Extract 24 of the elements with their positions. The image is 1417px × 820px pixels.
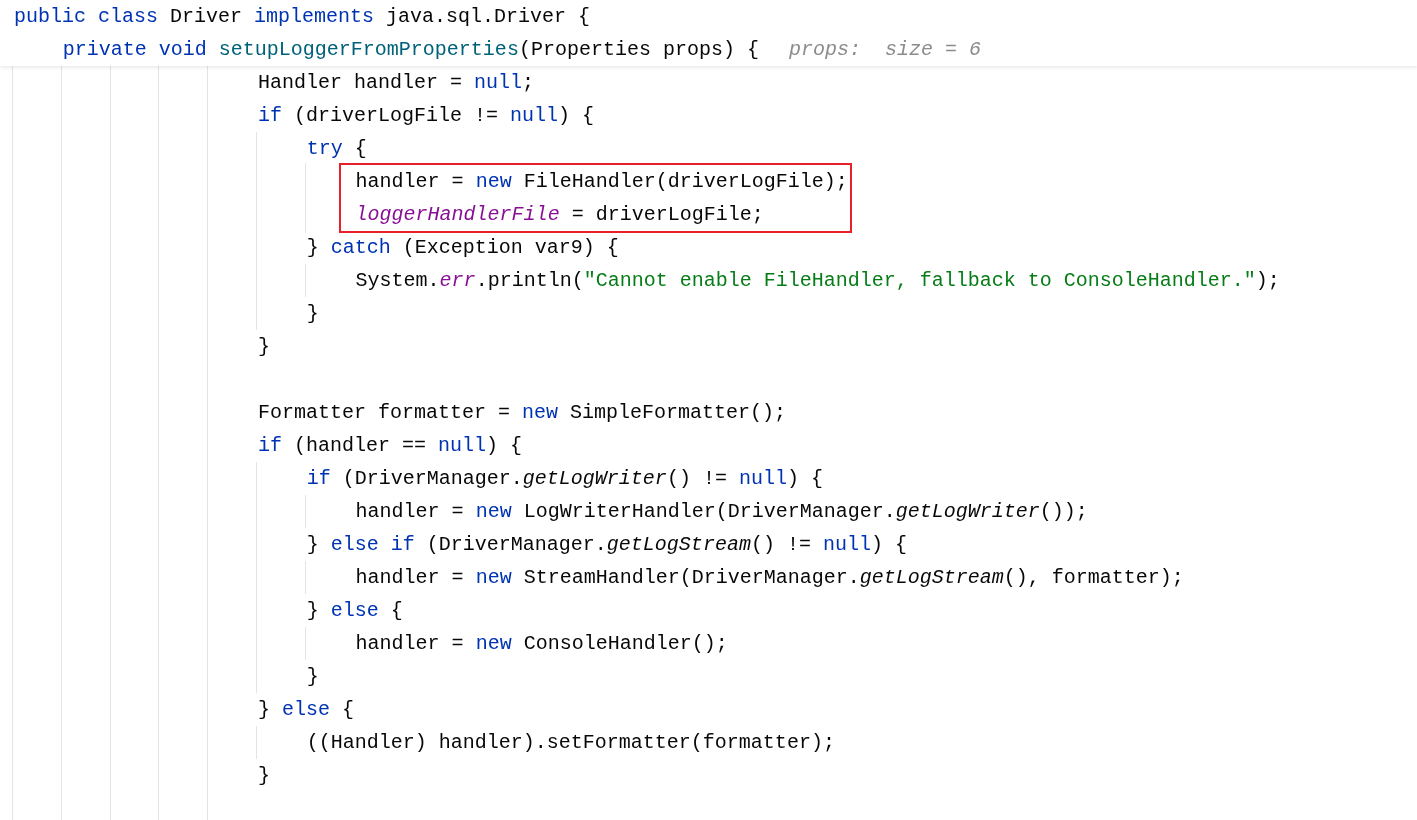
code-line: loggerHandlerFile = driverLogFile;: [355, 203, 764, 226]
code-line: } catch (Exception var9) {: [306, 236, 619, 259]
code-line: } else {: [258, 698, 355, 721]
code-line: }: [306, 302, 319, 325]
inlay-hint: props: size = 6: [788, 38, 981, 61]
code-line: handler = new StreamHandler(DriverManager.getLogStream(), formatter);: [355, 566, 1184, 589]
code-line: if (driverLogFile != null) {: [258, 104, 595, 127]
code-line: Handler handler = null;: [258, 71, 535, 94]
code-line: handler = new FileHandler(driverLogFile);: [355, 170, 848, 193]
code-line: if (handler == null) {: [258, 434, 523, 457]
code-line: Formatter formatter = new SimpleFormatter();: [258, 401, 787, 424]
code-line: if (DriverManager.getLogWriter() != null) {: [306, 467, 823, 490]
code-line: private void setupLoggerFromProperties(Properties props) {: [62, 38, 759, 61]
code-line: }: [306, 665, 319, 688]
code-line: public class Driver implements java.sql.Driver {: [14, 5, 591, 28]
code-line: }: [258, 764, 270, 787]
code-line: handler = new LogWriterHandler(DriverManager.getLogWriter());: [355, 500, 1088, 523]
code-line: try {: [306, 137, 367, 160]
code-line: }: [258, 335, 270, 358]
code-line: ((Handler) handler).setFormatter(formatter);: [306, 731, 835, 754]
code-line: handler = new ConsoleHandler();: [355, 632, 728, 655]
code-line: } else {: [306, 599, 403, 622]
code-line: System.err.println("Cannot enable FileHandler, fallback to ConsoleHandler.");: [355, 269, 1280, 292]
code-line: } else if (DriverManager.getLogStream() != null) {: [306, 533, 907, 556]
